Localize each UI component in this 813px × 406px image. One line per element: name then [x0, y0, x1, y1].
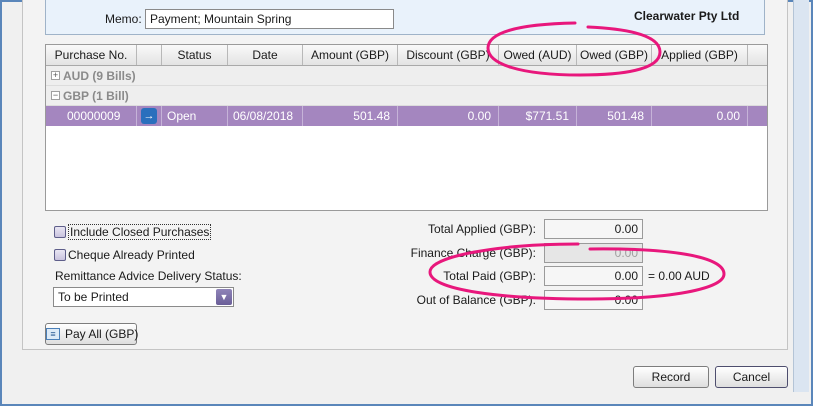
finance-charge-label: Finance Charge (GBP): — [410, 246, 536, 260]
remittance-status-value: To be Printed — [58, 290, 129, 304]
cell-discount: 0.00 — [398, 106, 499, 126]
column-applied[interactable]: Applied (GBP) — [652, 45, 748, 65]
remittance-status-label: Remittance Advice Delivery Status: — [55, 269, 242, 283]
cell-amount: 501.48 — [303, 106, 398, 126]
group-row-gbp[interactable]: − GBP (1 Bill) — [46, 86, 767, 106]
cell-status: Open — [162, 106, 228, 126]
out-of-balance-label: Out of Balance (GBP): — [416, 293, 536, 307]
remittance-status-select[interactable]: To be Printed ▼ — [53, 287, 234, 307]
column-link[interactable] — [137, 45, 162, 65]
total-paid-label: Total Paid (GBP): — [443, 269, 536, 283]
expand-icon[interactable]: + — [51, 71, 60, 81]
cell-date: 06/08/2018 — [228, 106, 303, 126]
column-amount[interactable]: Amount (GBP) — [303, 45, 398, 65]
group-label: GBP (1 Bill) — [63, 89, 129, 103]
group-label: AUD (9 Bills) — [63, 69, 136, 83]
total-paid-aud: = 0.00 AUD — [648, 269, 710, 283]
bills-grid: Purchase No. Status Date Amount (GBP) Di… — [45, 44, 768, 211]
cell-owed-gbp: 501.48 — [577, 106, 652, 126]
pay-all-icon: ≡ — [46, 327, 60, 340]
chevron-down-icon[interactable]: ▼ — [216, 289, 232, 305]
include-closed-purchases-option[interactable]: Include Closed Purchases — [54, 224, 212, 240]
group-row-aud[interactable]: + AUD (9 Bills) — [46, 66, 767, 86]
arrow-right-icon[interactable]: → — [141, 108, 157, 124]
column-status[interactable]: Status — [162, 45, 228, 65]
company-name: Clearwater Pty Ltd — [634, 9, 740, 23]
record-button[interactable]: Record — [633, 366, 709, 388]
table-row[interactable]: 00000009 → Open 06/08/2018 501.48 0.00 $… — [46, 106, 767, 126]
cheque-printed-checkbox[interactable] — [54, 248, 66, 261]
cheque-printed-option[interactable]: Cheque Already Printed — [54, 247, 195, 263]
cell-purchase-no: 00000009 — [62, 106, 137, 126]
include-closed-label: Include Closed Purchases — [68, 224, 212, 240]
total-paid-field: 0.00 — [544, 266, 643, 286]
out-of-balance-field: 0.00 — [544, 290, 643, 310]
grid-header: Purchase No. Status Date Amount (GBP) Di… — [46, 45, 767, 66]
column-date[interactable]: Date — [228, 45, 303, 65]
pay-all-label: Pay All (GBP) — [65, 327, 139, 341]
cell-owed-aud: $771.51 — [499, 106, 577, 126]
pay-all-button[interactable]: ≡ Pay All (GBP) — [45, 323, 139, 345]
window-side-strip — [793, 0, 809, 392]
collapse-icon[interactable]: − — [51, 91, 60, 101]
finance-charge-field: 0.00 — [544, 243, 643, 263]
memo-input[interactable]: Payment; Mountain Spring — [145, 9, 394, 29]
column-owed-aud[interactable]: Owed (AUD) — [499, 45, 577, 65]
total-applied-field: 0.00 — [544, 219, 643, 239]
column-owed-gbp[interactable]: Owed (GBP) — [577, 45, 652, 65]
column-purchase-no[interactable]: Purchase No. — [46, 45, 137, 65]
cancel-button[interactable]: Cancel — [715, 366, 788, 388]
column-discount[interactable]: Discount (GBP) — [398, 45, 499, 65]
memo-label: Memo: — [105, 12, 142, 26]
cell-applied[interactable]: 0.00 — [652, 106, 748, 126]
cheque-printed-label: Cheque Already Printed — [68, 248, 195, 262]
include-closed-checkbox[interactable] — [54, 225, 66, 238]
total-applied-label: Total Applied (GBP): — [427, 222, 536, 236]
